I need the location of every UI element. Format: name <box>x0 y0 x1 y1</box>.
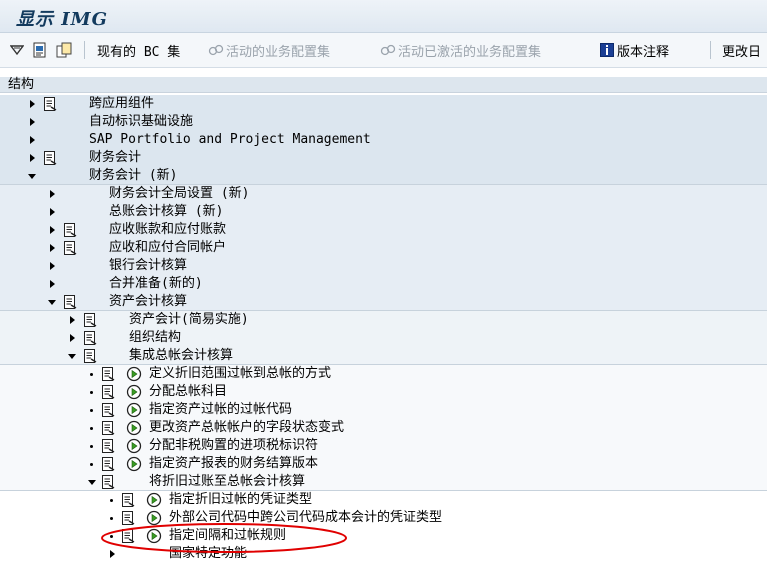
highlight-ellipse-overlay <box>101 523 347 553</box>
highlight-ellipse <box>101 523 347 553</box>
